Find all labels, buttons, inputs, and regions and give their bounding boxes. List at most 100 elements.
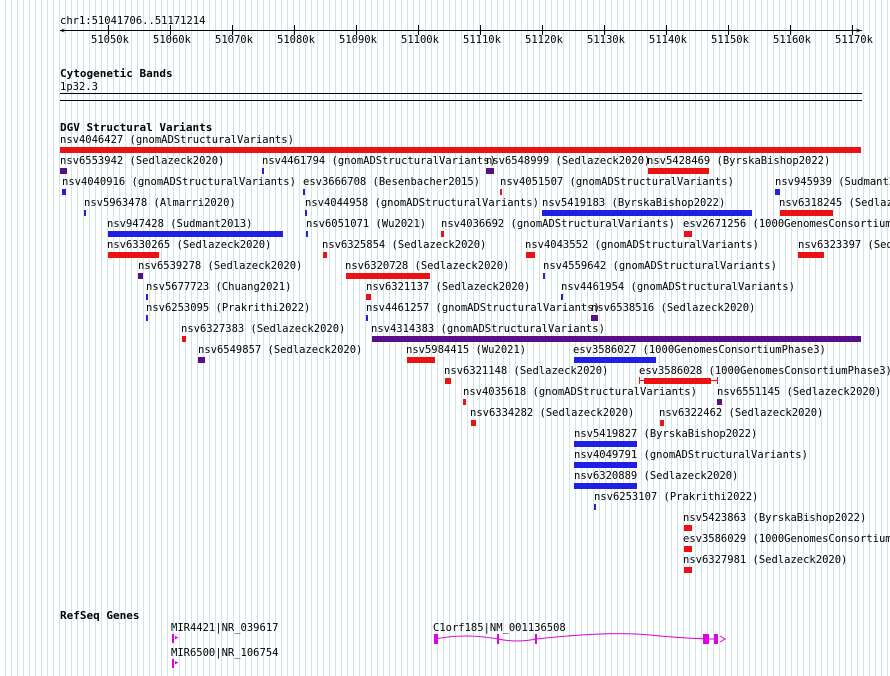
sv-feature-bar[interactable] — [542, 210, 752, 216]
gene-strand-arrow: ▸ — [174, 633, 180, 643]
ruler-tick-label: 51140k — [649, 34, 687, 46]
sv-feature-bar[interactable] — [108, 231, 283, 237]
sv-feature-label: nsv4036692 (gnomADStructuralVariants) — [441, 218, 675, 230]
gene-exon[interactable] — [714, 634, 718, 644]
sv-feature-bar[interactable] — [441, 231, 444, 237]
sv-feature-label: nsv6320889 (Sedlazeck2020) — [574, 470, 739, 482]
sv-feature-bar[interactable] — [684, 546, 692, 552]
sv-feature-bar[interactable] — [198, 357, 205, 363]
sv-feature-bar[interactable] — [644, 378, 711, 384]
sv-feature-label: nsv6253095 (Prakrithi2022) — [146, 302, 311, 314]
sv-feature-bar[interactable] — [60, 147, 861, 153]
sv-feature-bar[interactable] — [305, 210, 307, 216]
sv-feature-bar[interactable] — [486, 168, 494, 174]
sv-feature-bar[interactable] — [146, 315, 148, 321]
ruler-position-label: chr1:51041706..51171214 — [60, 15, 206, 27]
sv-feature-bar[interactable] — [182, 336, 186, 342]
sv-feature-bar[interactable] — [500, 189, 502, 195]
sv-feature-bar[interactable] — [574, 483, 637, 489]
sv-feature-bar[interactable] — [798, 252, 824, 258]
sv-feature-bar[interactable] — [471, 420, 476, 426]
sv-feature-bar[interactable] — [684, 567, 692, 573]
sv-feature-label: nsv5419183 (ByrskaBishop2022) — [542, 197, 726, 209]
sv-feature-bar[interactable] — [574, 462, 637, 468]
sv-feature-bar[interactable] — [463, 399, 466, 405]
sv-feature-label: nsv6330265 (Sedlazeck2020) — [107, 239, 272, 251]
sv-feature-bar[interactable] — [684, 525, 692, 531]
sv-feature-bar[interactable] — [60, 168, 67, 174]
cyto-band-bar[interactable] — [60, 93, 862, 94]
sv-feature-label: nsv6318245 (Sedlaz — [779, 197, 890, 209]
sv-feature-bar[interactable] — [303, 189, 305, 195]
sv-feature-label: nsv6539278 (Sedlazeck2020) — [138, 260, 303, 272]
sv-feature-bar[interactable] — [146, 294, 148, 300]
gene-strand-arrow: ▸ — [174, 658, 180, 668]
sv-feature-label: nsv6325854 (Sedlazeck2020) — [322, 239, 487, 251]
sv-feature-bar[interactable] — [574, 441, 637, 447]
ruler-tick-label: 51070k — [215, 34, 253, 46]
gene-exon[interactable] — [535, 634, 537, 644]
sv-feature-bar[interactable] — [648, 168, 709, 174]
sv-feature-label: nsv6549857 (Sedlazeck2020) — [198, 344, 363, 356]
gene-exon[interactable] — [703, 634, 709, 644]
sv-feature-bar[interactable] — [717, 399, 722, 405]
sv-feature-bar[interactable] — [660, 420, 664, 426]
ruler-tick-label: 51060k — [153, 34, 191, 46]
sv-feature-label: nsv5677723 (Chuang2021) — [146, 281, 292, 293]
sv-feature-bar[interactable] — [366, 315, 368, 321]
sv-feature-bar[interactable] — [574, 357, 656, 363]
sv-feature-bar[interactable] — [323, 252, 327, 258]
sv-feature-bar[interactable] — [366, 294, 371, 300]
sv-feature-bar[interactable] — [543, 273, 545, 279]
sv-feature-label: nsv4559642 (gnomADStructuralVariants) — [543, 260, 777, 272]
sv-feature-label: nsv6553942 (Sedlazeck2020) — [60, 155, 225, 167]
dgv-track-title: DGV Structural Variants — [60, 121, 213, 134]
sv-feature-bar[interactable] — [561, 294, 563, 300]
gene-exon[interactable] — [497, 634, 499, 644]
sv-feature-label: nsv6334282 (Sedlazeck2020) — [470, 407, 635, 419]
sv-feature-label: nsv6548999 (Sedlazeck2020) — [486, 155, 651, 167]
sv-feature-cap — [639, 377, 640, 384]
sv-feature-bar[interactable] — [594, 504, 596, 510]
sv-feature-label: esv3586027 (1000GenomesConsortiumPhase3) — [573, 344, 826, 356]
sv-feature-label: nsv4461794 (gnomADStructuralVariants) — [262, 155, 496, 167]
sv-feature-bar[interactable] — [526, 252, 535, 258]
gene-intron-line — [434, 633, 719, 642]
gene-model[interactable] — [430, 630, 730, 650]
ruler-tick-label: 51150k — [711, 34, 749, 46]
sv-feature-label: nsv4040916 (gnomADStructuralVariants) — [62, 176, 296, 188]
sv-feature-bar[interactable] — [684, 231, 692, 237]
sv-feature-label: esv3586028 (1000GenomesConsortiumPhase3) — [639, 365, 890, 377]
sv-feature-bar[interactable] — [407, 357, 435, 363]
sv-feature-label: nsv4461257 (gnomADStructuralVariants) — [366, 302, 600, 314]
sv-feature-bar[interactable] — [84, 210, 86, 216]
sv-feature-bar[interactable] — [108, 252, 159, 258]
sv-feature-label: esv3586029 (1000GenomesConsortiumPh — [683, 533, 890, 545]
sv-feature-label: nsv5984415 (Wu2021) — [406, 344, 527, 356]
sv-feature-label: esv2671256 (1000GenomesConsortiumPh — [683, 218, 890, 230]
sv-feature-whisker — [639, 380, 718, 381]
ruler-tick-label: 51100k — [401, 34, 439, 46]
ruler-tick-label: 51080k — [277, 34, 315, 46]
gene-exon[interactable] — [434, 634, 438, 644]
cyto-band-label: 1p32.3 — [60, 81, 98, 93]
sv-feature-bar[interactable] — [591, 315, 598, 321]
sv-feature-bar[interactable] — [306, 231, 308, 237]
sv-feature-label: nsv6321137 (Sedlazeck2020) — [366, 281, 531, 293]
gene-strand-arrow — [719, 635, 726, 643]
sv-feature-label: nsv947428 (Sudmant2013) — [107, 218, 253, 230]
sv-feature-bar[interactable] — [62, 189, 66, 195]
sv-feature-bar[interactable] — [262, 168, 264, 174]
sv-feature-bar[interactable] — [138, 273, 143, 279]
sv-feature-bar[interactable] — [775, 189, 780, 195]
sv-feature-bar[interactable] — [372, 336, 861, 342]
sv-feature-bar[interactable] — [445, 378, 451, 384]
sv-feature-label: nsv5428469 (ByrskaBishop2022) — [647, 155, 831, 167]
sv-feature-label: nsv6327981 (Sedlazeck2020) — [683, 554, 848, 566]
ruler-tick-label: 51170k — [835, 34, 873, 46]
sv-feature-bar[interactable] — [780, 210, 833, 216]
ruler-tick-label: 51050k — [91, 34, 129, 46]
sv-feature-bar[interactable] — [346, 273, 430, 279]
sv-feature-label: nsv4314383 (gnomADStructuralVariants) — [371, 323, 605, 335]
ruler-tick-label: 51130k — [587, 34, 625, 46]
